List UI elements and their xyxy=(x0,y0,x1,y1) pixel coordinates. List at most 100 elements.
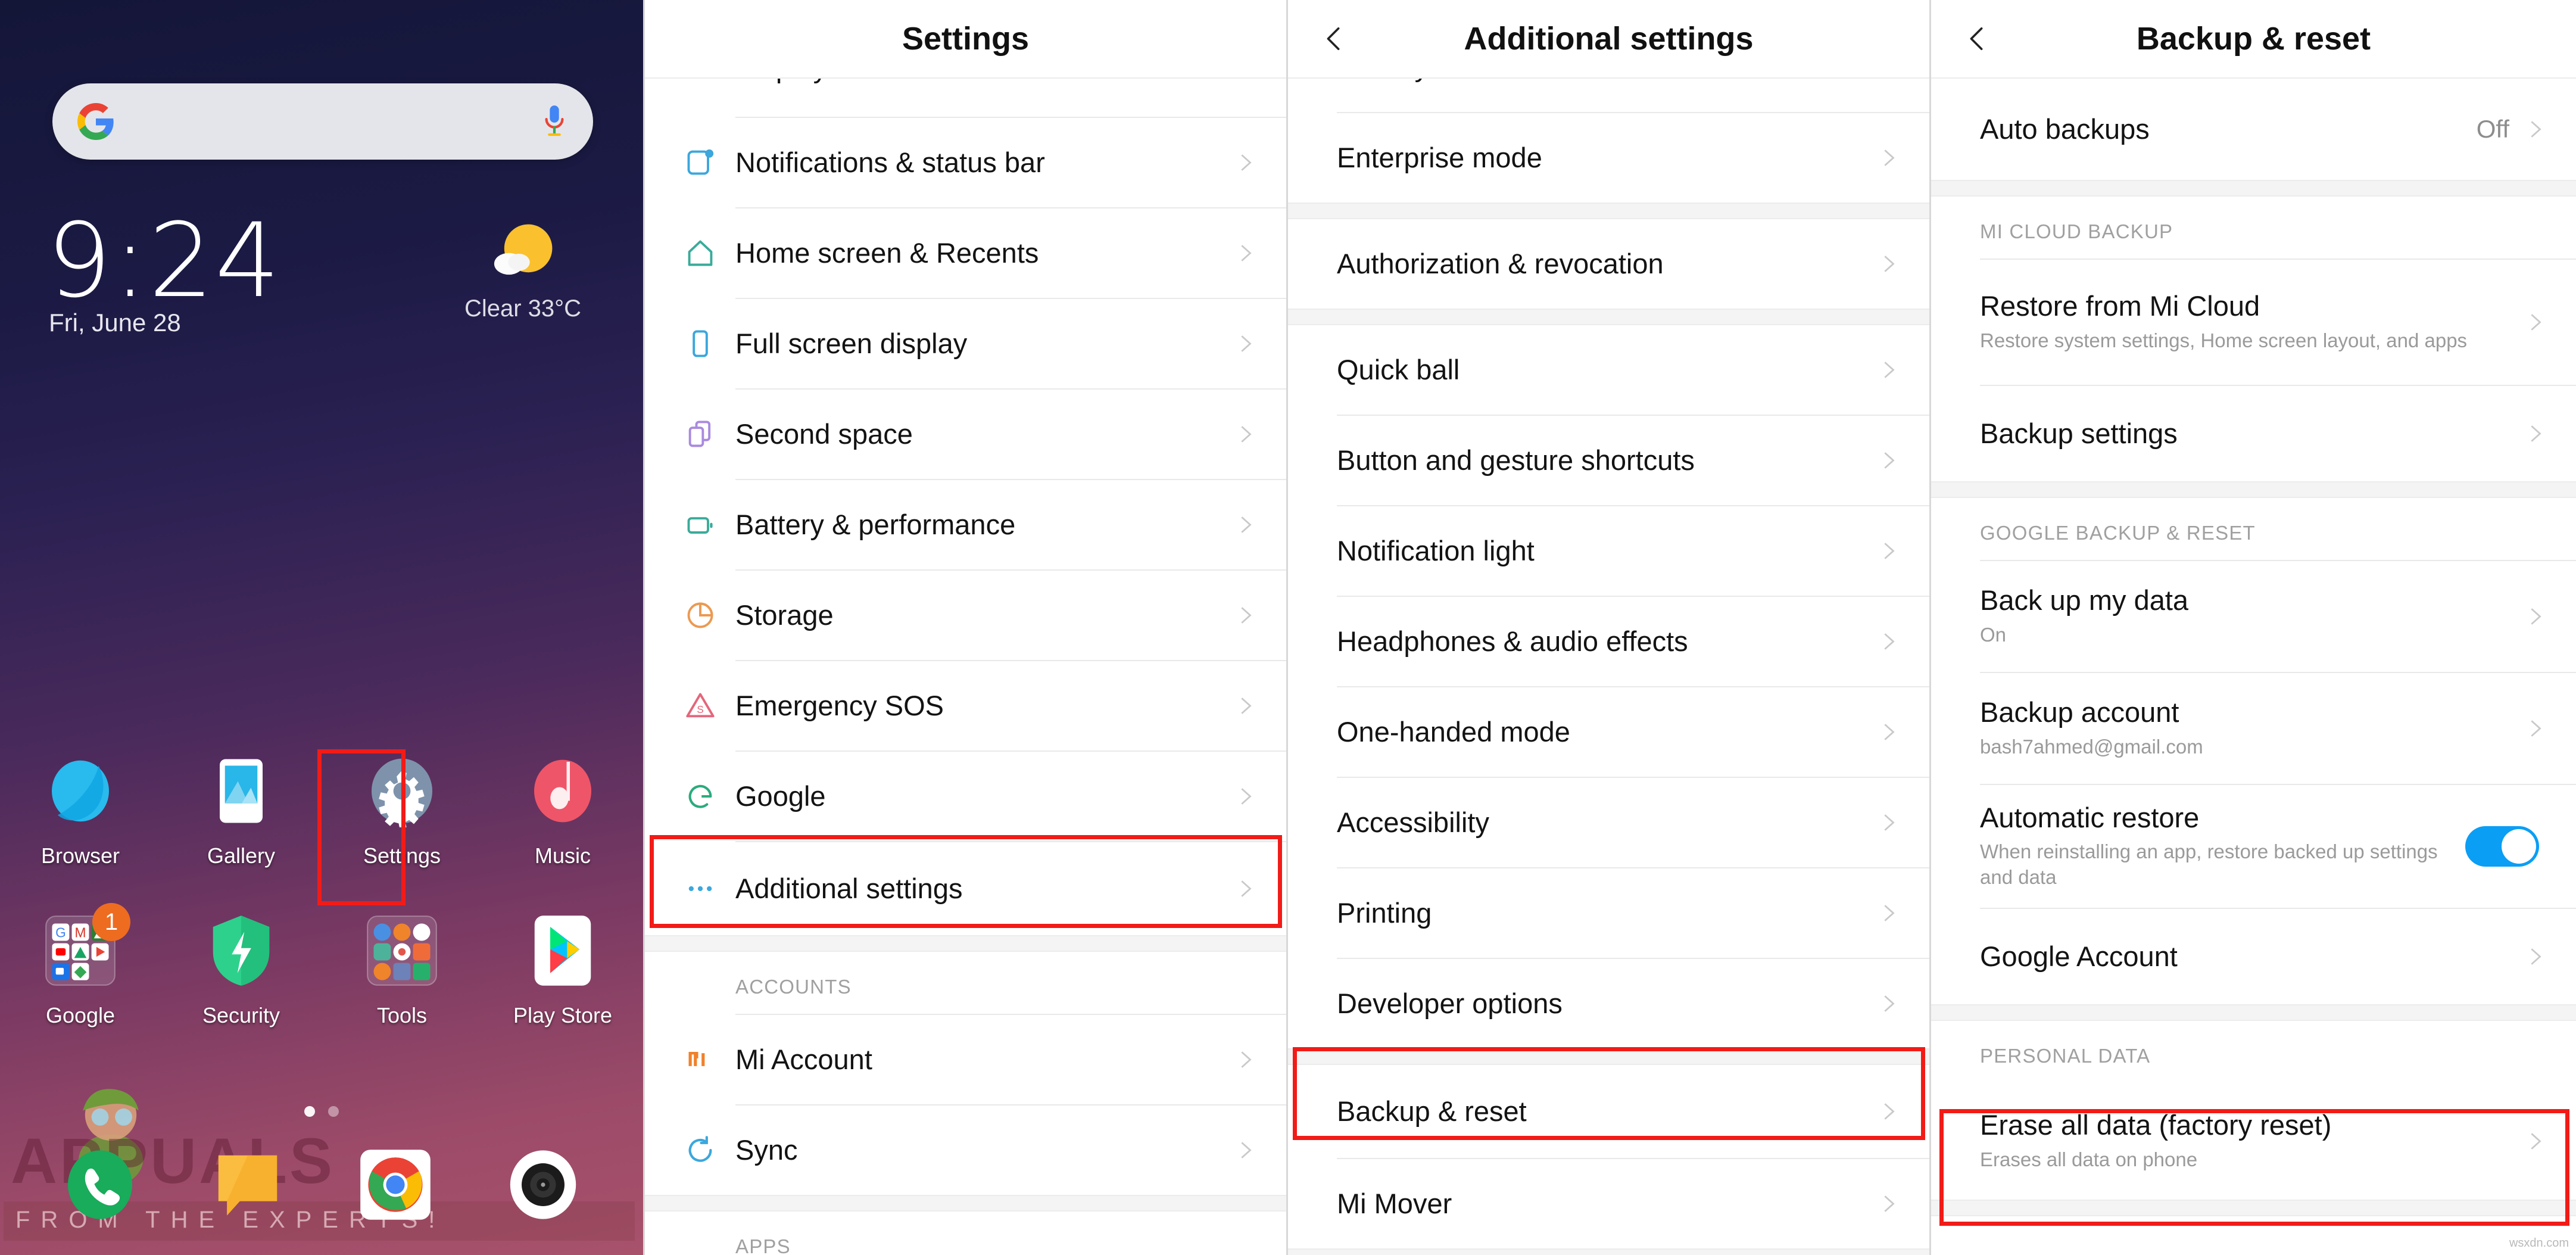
messages-icon[interactable] xyxy=(208,1145,287,1224)
chevron-right-icon xyxy=(1884,1103,1895,1120)
row-label: Erase all data (factory reset) xyxy=(1980,1109,2332,1141)
page-title: Settings xyxy=(902,21,1030,57)
google-search-bar[interactable] xyxy=(52,83,593,160)
list-item-enterprise-mode[interactable]: Enterprise mode xyxy=(1288,113,1929,203)
app-label: Browser xyxy=(40,843,120,868)
row-subtitle: Erases all data on phone xyxy=(1980,1148,2198,1170)
additional-settings-panel: Additional settings Privacy Enterprise m… xyxy=(1286,0,1929,1255)
app-tools-folder[interactable]: Tools xyxy=(322,898,482,1034)
auto-backups-value: Off xyxy=(2476,115,2509,143)
row-label: Developer options xyxy=(1337,987,1563,1019)
app-settings[interactable]: Settings xyxy=(322,739,482,874)
row-label: Restore from Mi Cloud xyxy=(1980,290,2260,322)
sidebar-item-second-space[interactable]: Second space xyxy=(645,390,1286,479)
row-subtitle: On xyxy=(1980,623,2007,646)
list-item-mi-mover[interactable]: Mi Mover xyxy=(1288,1159,1929,1248)
sidebar-item-storage[interactable]: Storage xyxy=(645,571,1286,660)
row-label: Home screen & Recents xyxy=(735,236,1039,269)
list-item-restore-from-mi-cloud[interactable]: Restore from Mi Cloud Restore system set… xyxy=(1931,260,2576,385)
row-label: Additional settings xyxy=(735,872,963,904)
chevron-right-icon xyxy=(2531,1133,2541,1150)
app-google-folder[interactable]: 1 G M Google xyxy=(0,898,161,1034)
list-item-printing[interactable]: Printing xyxy=(1288,868,1929,958)
chevron-right-icon xyxy=(1884,633,1895,650)
section-gap xyxy=(1931,1004,2576,1021)
section-gap xyxy=(1288,203,1929,219)
page-dot-active[interactable] xyxy=(304,1106,315,1117)
chevron-right-icon xyxy=(1241,426,1252,443)
battery-icon xyxy=(665,480,735,569)
list-item-notification-light[interactable]: Notification light xyxy=(1288,506,1929,596)
screenshot-root: 9:24 Fri, June 28 Clear 33°C Browser Gal… xyxy=(0,0,2576,1255)
section-header-personal-data: PERSONAL DATA xyxy=(1931,1021,2576,1083)
backup-reset-panel: Backup & reset Auto backups Off MI CLOUD… xyxy=(1929,0,2576,1255)
sidebar-item-google[interactable]: Google xyxy=(645,752,1286,841)
list-item-back-up-my-data[interactable]: Back up my data On xyxy=(1931,561,2576,672)
chrome-icon[interactable] xyxy=(356,1145,435,1224)
list-item-backup-account[interactable]: Backup account bash7ahmed@gmail.com xyxy=(1931,673,2576,784)
ellipsis-icon xyxy=(665,844,735,933)
list-item-google-account[interactable]: Google Account xyxy=(1931,909,2576,1004)
chevron-right-icon xyxy=(1241,245,1252,261)
settings-panel: Settings Display Notifications & status … xyxy=(643,0,1286,1255)
page-dot[interactable] xyxy=(328,1106,339,1117)
weather-widget[interactable]: Clear 33°C xyxy=(445,220,600,322)
toggle-knob xyxy=(2502,829,2536,864)
app-browser[interactable]: Browser xyxy=(0,739,161,874)
row-label: Quick ball xyxy=(1337,353,1460,385)
sidebar-item-home-screen[interactable]: Home screen & Recents xyxy=(645,208,1286,298)
section-gap xyxy=(1288,309,1929,325)
list-item-erase-all-data[interactable]: Erase all data (factory reset) Erases al… xyxy=(1931,1083,2576,1200)
chevron-right-icon xyxy=(1241,607,1252,624)
row-label: Notification light xyxy=(1337,534,1535,566)
automatic-restore-toggle[interactable] xyxy=(2465,826,2539,867)
list-item-headphones-audio-effects[interactable]: Headphones & audio effects xyxy=(1288,597,1929,686)
list-item-backup-settings[interactable]: Backup settings xyxy=(1931,386,2576,481)
list-item-one-handed-mode[interactable]: One-handed mode xyxy=(1288,687,1929,777)
home-screen-panel: 9:24 Fri, June 28 Clear 33°C Browser Gal… xyxy=(0,0,643,1255)
browser-icon xyxy=(42,753,118,829)
sidebar-item-full-screen-display[interactable]: Full screen display xyxy=(645,299,1286,388)
row-label: Backup settings xyxy=(1980,417,2178,449)
section-header-mi-cloud-backup: MI CLOUD BACKUP xyxy=(1931,197,2576,259)
sidebar-item-notifications[interactable]: Notifications & status bar xyxy=(645,118,1286,207)
sidebar-item-sync[interactable]: Sync xyxy=(645,1105,1286,1195)
sidebar-item-additional-settings[interactable]: Additional settings xyxy=(645,842,1286,935)
list-item-backup-reset[interactable]: Backup & reset xyxy=(1288,1065,1929,1158)
list-item-quick-ball[interactable]: Quick ball xyxy=(1288,325,1929,415)
chevron-right-icon xyxy=(2531,720,2541,737)
settings-gear-icon xyxy=(364,753,440,829)
list-item-auto-backups[interactable]: Auto backups Off xyxy=(1931,79,2576,180)
phone-icon[interactable] xyxy=(61,1145,139,1224)
app-gallery[interactable]: Gallery xyxy=(161,739,322,874)
list-item-accessibility[interactable]: Accessibility xyxy=(1288,778,1929,867)
chevron-left-icon[interactable] xyxy=(1963,25,1991,52)
app-grid: Browser Gallery Settings Music 1 G M Goo… xyxy=(0,739,643,1034)
list-item-automatic-restore[interactable]: Automatic restore When reinstalling an a… xyxy=(1931,785,2576,908)
list-item-button-gesture-shortcuts[interactable]: Button and gesture shortcuts xyxy=(1288,416,1929,505)
row-label: Notifications & status bar xyxy=(735,146,1045,178)
app-security[interactable]: Security xyxy=(161,898,322,1034)
list-item-developer-options[interactable]: Developer options xyxy=(1288,959,1929,1048)
app-play-store[interactable]: Play Store xyxy=(482,898,643,1034)
sidebar-item-mi-account[interactable]: Mi Account xyxy=(645,1015,1286,1104)
partial-row-above: Display xyxy=(645,79,1286,117)
sidebar-item-battery[interactable]: Battery & performance xyxy=(645,480,1286,569)
row-label: Headphones & audio effects xyxy=(1337,625,1688,657)
chevron-left-icon[interactable] xyxy=(1320,25,1348,52)
row-label: Emergency SOS xyxy=(735,689,944,721)
app-music[interactable]: Music xyxy=(482,739,643,874)
sidebar-item-emergency-sos[interactable]: S Emergency SOS xyxy=(645,661,1286,750)
row-label: One-handed mode xyxy=(1337,715,1570,748)
svg-text:S: S xyxy=(697,703,704,715)
app-label: Tools xyxy=(376,1003,428,1027)
camera-icon[interactable] xyxy=(504,1145,582,1224)
clock-widget-date: Fri, June 28 xyxy=(49,309,181,337)
partial-row-above: Privacy xyxy=(1288,79,1929,112)
section-gap xyxy=(1288,1048,1929,1065)
microphone-icon[interactable] xyxy=(541,103,568,140)
section-gap xyxy=(1931,1200,2576,1216)
section-gap xyxy=(1288,1248,1929,1255)
list-item-authorization-revocation[interactable]: Authorization & revocation xyxy=(1288,219,1929,309)
row-label: Mi Mover xyxy=(1337,1187,1452,1219)
